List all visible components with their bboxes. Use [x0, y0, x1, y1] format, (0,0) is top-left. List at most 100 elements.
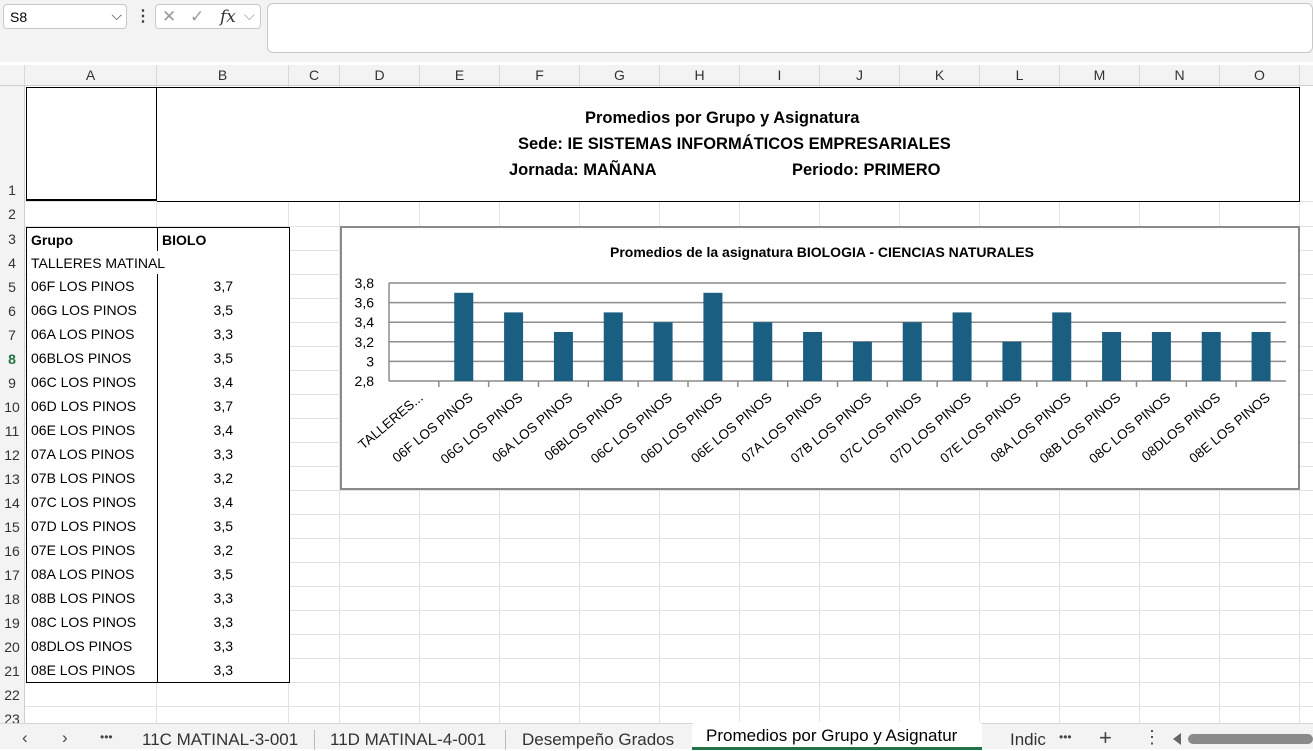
active-sheet-tab-label: Promedios por Grupo y Asignatur: [706, 726, 958, 745]
grade-value-cell[interactable]: 3,2: [157, 466, 290, 491]
grade-value-cell[interactable]: 3,4: [157, 370, 290, 395]
row-header[interactable]: 15: [0, 515, 24, 539]
row-header[interactable]: 5: [0, 275, 24, 299]
grade-value-cell[interactable]: 3,3: [157, 586, 290, 611]
row-header[interactable]: 8: [0, 347, 24, 371]
column-header[interactable]: C: [289, 65, 340, 86]
horizontal-scrollbar[interactable]: [1188, 734, 1313, 744]
add-sheet-icon[interactable]: +: [1099, 725, 1112, 751]
row-header[interactable]: 13: [0, 467, 24, 491]
column-header[interactable]: O: [1220, 65, 1300, 86]
row-header[interactable]: 21: [0, 659, 24, 683]
grade-value-cell[interactable]: 3,3: [157, 658, 290, 683]
grade-value-cell[interactable]: 3,5: [157, 346, 290, 371]
group-name-cell[interactable]: 08C LOS PINOS: [26, 610, 158, 635]
grade-value-cell[interactable]: 3,5: [157, 514, 290, 539]
grade-value-cell[interactable]: 3,5: [157, 298, 290, 323]
group-name-cell[interactable]: 06D LOS PINOS: [26, 394, 158, 419]
grade-value-cell[interactable]: 3,4: [157, 490, 290, 515]
grade-value-cell[interactable]: 3,3: [157, 634, 290, 659]
group-name-cell[interactable]: 06F LOS PINOS: [26, 274, 158, 299]
row-header[interactable]: 20: [0, 635, 24, 659]
row-header[interactable]: 18: [0, 587, 24, 611]
row-header[interactable]: 6: [0, 299, 24, 323]
group-name-cell[interactable]: 07C LOS PINOS: [26, 490, 158, 515]
section-label[interactable]: TALLERES MATINAL: [26, 251, 290, 276]
column-header[interactable]: E: [420, 65, 500, 86]
column-header[interactable]: B: [157, 65, 289, 86]
group-name-cell[interactable]: 08B LOS PINOS: [26, 586, 158, 611]
sheet-tab[interactable]: Indic: [1010, 730, 1046, 750]
group-name-cell[interactable]: 08E LOS PINOS: [26, 658, 158, 683]
table-header-subject[interactable]: BIOLO: [157, 227, 290, 252]
group-name-cell[interactable]: 06C LOS PINOS: [26, 370, 158, 395]
row-header[interactable]: 12: [0, 443, 24, 467]
column-header[interactable]: N: [1140, 65, 1220, 86]
scroll-tabs-left-icon[interactable]: ‹: [22, 728, 28, 748]
tab-divider: [314, 730, 315, 750]
row-header[interactable]: 19: [0, 611, 24, 635]
column-header[interactable]: I: [740, 65, 820, 86]
scroll-tabs-right-icon[interactable]: ›: [62, 728, 68, 748]
row-header[interactable]: 14: [0, 491, 24, 515]
column-header[interactable]: J: [820, 65, 900, 86]
group-name-cell[interactable]: 06G LOS PINOS: [26, 298, 158, 323]
row-header[interactable]: 2: [0, 202, 24, 227]
row-header[interactable]: 22: [0, 683, 24, 707]
more-tabs-icon[interactable]: •••: [100, 730, 113, 744]
row-header[interactable]: 1: [0, 86, 24, 202]
chevron-down-icon[interactable]: ⌵: [244, 7, 255, 24]
grade-value-cell[interactable]: 3,2: [157, 538, 290, 563]
column-header[interactable]: G: [580, 65, 660, 86]
more-tabs-icon[interactable]: •••: [1059, 730, 1072, 744]
group-name-cell[interactable]: 08DLOS PINOS: [26, 634, 158, 659]
chevron-down-icon[interactable]: ⌵: [111, 7, 122, 24]
grade-value-cell[interactable]: 3,3: [157, 610, 290, 635]
grade-value-cell[interactable]: 3,7: [157, 394, 290, 419]
grade-value-cell[interactable]: 3,4: [157, 418, 290, 443]
row-header[interactable]: 9: [0, 371, 24, 395]
row-header[interactable]: 10: [0, 395, 24, 419]
row-header[interactable]: 11: [0, 419, 24, 443]
group-name-cell[interactable]: 06E LOS PINOS: [26, 418, 158, 443]
column-header[interactable]: A: [25, 65, 157, 86]
name-box[interactable]: S8 ⌵: [3, 4, 127, 29]
sheet-tab[interactable]: Desempeño Grados: [522, 730, 674, 750]
column-header[interactable]: F: [500, 65, 580, 86]
grade-value-cell[interactable]: 3,5: [157, 562, 290, 587]
row-header[interactable]: 4: [0, 251, 24, 275]
column-header[interactable]: H: [660, 65, 740, 86]
column-header[interactable]: L: [980, 65, 1060, 86]
group-name-cell[interactable]: 07D LOS PINOS: [26, 514, 158, 539]
column-header[interactable]: M: [1060, 65, 1140, 86]
select-all-corner[interactable]: [0, 65, 25, 86]
row-header[interactable]: 17: [0, 563, 24, 587]
group-name-cell[interactable]: 07B LOS PINOS: [26, 466, 158, 491]
active-sheet-tab[interactable]: Promedios por Grupo y Asignatur: [692, 722, 982, 750]
grade-value-cell[interactable]: 3,7: [157, 274, 290, 299]
sheet-tab[interactable]: 11C MATINAL-3-001: [142, 730, 298, 750]
row-header[interactable]: 16: [0, 539, 24, 563]
insert-function-icon[interactable]: fx: [220, 7, 236, 27]
logo-cell[interactable]: [26, 87, 157, 201]
more-options-icon[interactable]: ⋮: [135, 6, 151, 26]
group-name-cell[interactable]: 06BLOS PINOS: [26, 346, 158, 371]
cancel-icon[interactable]: ✕: [162, 7, 176, 27]
tab-options-icon[interactable]: ⋮: [1143, 727, 1161, 748]
table-header-grupo[interactable]: Grupo: [26, 227, 158, 252]
formula-input[interactable]: [267, 3, 1313, 53]
bar-chart[interactable]: Promedios de la asignatura BIOLOGIA - CI…: [340, 226, 1300, 490]
group-name-cell[interactable]: 08A LOS PINOS: [26, 562, 158, 587]
group-name-cell[interactable]: 06A LOS PINOS: [26, 322, 158, 347]
column-header[interactable]: K: [900, 65, 980, 86]
scroll-left-icon[interactable]: [1173, 733, 1181, 745]
row-header[interactable]: 3: [0, 227, 24, 251]
enter-icon[interactable]: ✓: [190, 7, 204, 27]
grade-value-cell[interactable]: 3,3: [157, 442, 290, 467]
sheet-tab[interactable]: 11D MATINAL-4-001: [330, 730, 486, 750]
group-name-cell[interactable]: 07E LOS PINOS: [26, 538, 158, 563]
row-header[interactable]: 7: [0, 323, 24, 347]
group-name-cell[interactable]: 07A LOS PINOS: [26, 442, 158, 467]
grade-value-cell[interactable]: 3,3: [157, 322, 290, 347]
column-header[interactable]: D: [340, 65, 420, 86]
